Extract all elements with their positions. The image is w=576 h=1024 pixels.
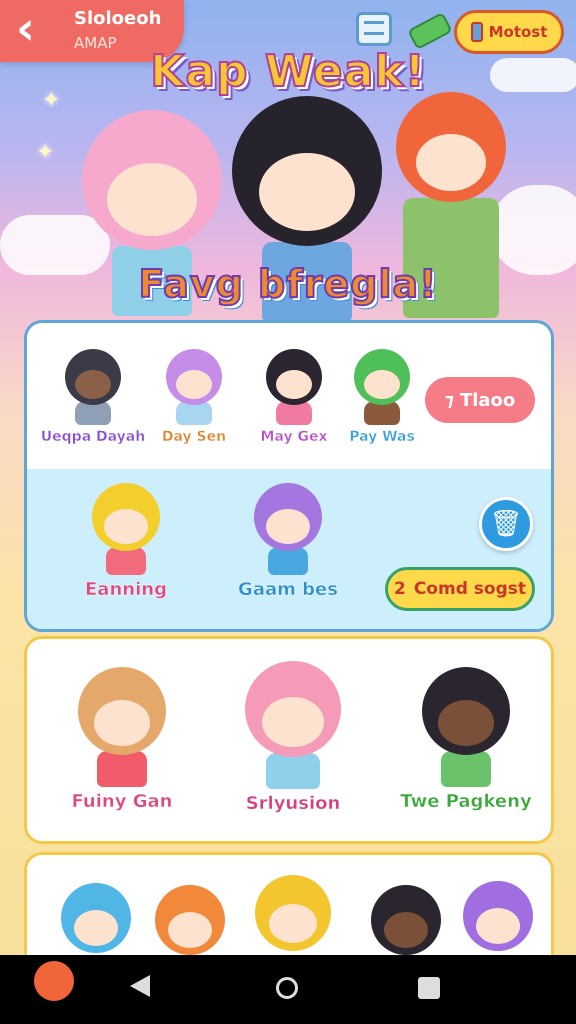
more-character[interactable] (255, 875, 331, 951)
back-title: Sloloeoh (74, 8, 162, 29)
featured-card: Fuiny Gan Srlyusion Twe Pagkeny (24, 636, 554, 844)
recents-icon[interactable] (418, 977, 440, 999)
character-name: Twe Pagkeny (400, 791, 532, 812)
more-card (24, 852, 554, 972)
cash-icon[interactable] (407, 11, 453, 51)
more-character[interactable] (463, 881, 533, 951)
hero-subtitle: Favg bfregla! (137, 261, 438, 307)
sparkle-icon: ✦ (36, 140, 55, 165)
confirm-label: Comd sogst (413, 579, 526, 599)
back-icon[interactable] (130, 975, 150, 997)
character-name: May Gex (260, 429, 328, 445)
mode-label: Motost (488, 23, 548, 41)
roster-character[interactable]: Pay Was (337, 349, 427, 445)
confirm-icon: 2 (393, 579, 406, 599)
roster-character[interactable]: May Gex (247, 349, 341, 445)
roster-character[interactable]: Ueqpa Dayah (41, 349, 145, 445)
character-name: Gaam bes (238, 579, 338, 600)
system-nav-bar (0, 955, 576, 1024)
brush-icon (470, 22, 483, 42)
avatar[interactable] (34, 961, 74, 1001)
action-button[interactable]: ⁊ Tlaoo (425, 377, 535, 423)
hero-title: Kap Weak! (149, 45, 426, 98)
featured-character[interactable]: Srlyusion (223, 661, 363, 814)
featured-character[interactable]: Fuiny Gan (57, 667, 187, 812)
roster-character[interactable]: Eanning (71, 483, 181, 600)
more-character[interactable] (371, 885, 441, 955)
featured-character[interactable]: Twe Pagkeny (391, 667, 541, 812)
roster-character[interactable]: Gaam bes (223, 483, 353, 600)
confirm-button[interactable]: 2 Comd sogst (385, 567, 535, 611)
character-name: Srlyusion (245, 793, 341, 814)
character-name: Ueqpa Dayah (40, 429, 146, 445)
character-name: Day Sen (161, 429, 227, 445)
character-name: Fuiny Gan (71, 791, 173, 812)
calendar-icon[interactable] (356, 12, 392, 46)
more-character[interactable] (155, 885, 225, 955)
slash-icon: ⁊ (444, 389, 454, 411)
more-character[interactable] (61, 883, 131, 953)
character-name: Eanning (85, 579, 167, 600)
trash-icon[interactable]: 🗑 (479, 497, 533, 551)
action-label: Tlaoo (459, 389, 516, 411)
roster-card: Ueqpa Dayah Day Sen May Gex Pay Was ⁊ Tl… (24, 320, 554, 632)
home-icon[interactable] (276, 977, 298, 999)
roster-character[interactable]: Day Sen (151, 349, 237, 445)
character-name: Pay Was (349, 429, 415, 445)
